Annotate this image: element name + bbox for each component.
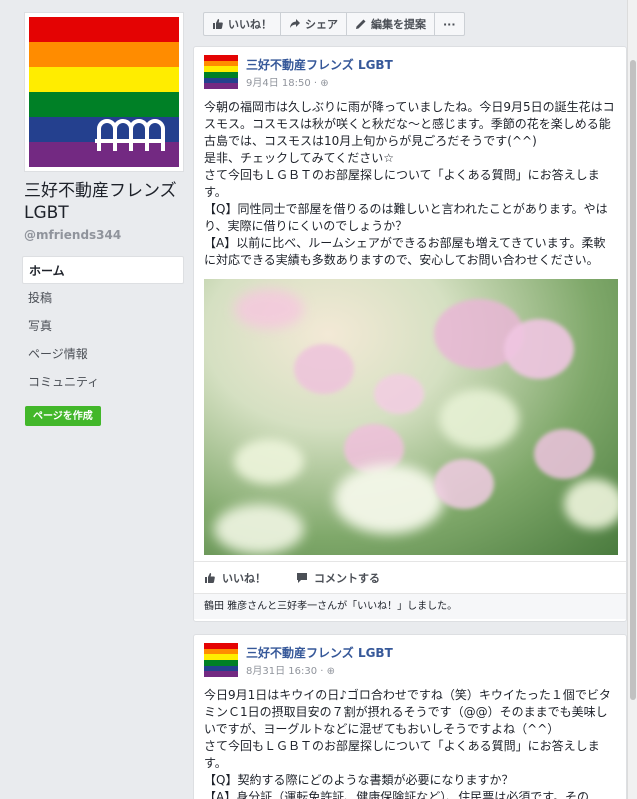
more-icon: ··· (443, 17, 456, 31)
post-header: 三好不動産フレンズ LGBT 9月4日 18:50 · ⊕ (194, 47, 626, 95)
nav-item-community[interactable]: コミュニティ (22, 368, 184, 396)
post-body: 今日9月1日はキウイの日♪ゴロ合わせですね（笑）キウイたった１個でビタミンＣ1日… (204, 688, 611, 799)
post-likes-summary[interactable]: 鶴田 雅彦さんと三好孝一さんが「いいね！」しました。 (194, 593, 626, 619)
like-page-label: いいね！ (228, 18, 272, 31)
thumbs-up-icon (213, 19, 223, 29)
feed-post: 三好不動産フレンズ LGBT 9月4日 18:50 · ⊕ 今朝の福岡市は久しぶ… (193, 46, 627, 622)
comment-icon (297, 572, 307, 583)
page-title[interactable]: 三好不動産フレンズ LGBT (24, 180, 189, 224)
page-handle[interactable]: @mfriends344 (24, 228, 121, 242)
post-avatar[interactable] (204, 55, 238, 89)
suggest-edit-label: 編集を提案 (371, 18, 426, 31)
scrollbar-thumb[interactable] (630, 60, 636, 700)
create-page-button[interactable]: ページを作成 (25, 406, 101, 426)
post-body: 今朝の福岡市は久しぶりに雨が降っていましたね。今日9月5日の誕生花はコスモス。コ… (204, 100, 615, 267)
post-timestamp[interactable]: 8月31日 16:30 · ⊕ (246, 662, 335, 677)
page-scrollbar[interactable] (627, 0, 637, 799)
nav-item-home[interactable]: ホーム (22, 256, 184, 284)
post-timestamp[interactable]: 9月4日 18:50 · ⊕ (246, 74, 329, 89)
nav-item-posts[interactable]: 投稿 (22, 284, 184, 312)
post-like-button[interactable]: いいね！ (204, 570, 266, 586)
post-comment-button[interactable]: コメントする (296, 570, 380, 586)
post-author[interactable]: 三好不動産フレンズ LGBT (246, 644, 393, 661)
left-column: 三好不動産フレンズ LGBT @mfriends344 ホーム 投稿 写真 ペー… (0, 0, 193, 799)
suggest-edit-button[interactable]: 編集を提案 (346, 12, 435, 36)
post-like-label: いいね！ (222, 571, 266, 585)
post-header: 三好不動産フレンズ LGBT 8月31日 16:30 · ⊕ (194, 635, 626, 683)
share-icon (290, 19, 300, 28)
nav-item-photos[interactable]: 写真 (22, 312, 184, 340)
more-options-button[interactable]: ··· (434, 12, 465, 36)
nav-item-about[interactable]: ページ情報 (22, 340, 184, 368)
rainbow-flag-logo (29, 17, 179, 167)
post-photo-cosmos[interactable] (204, 279, 618, 555)
share-button[interactable]: シェア (280, 12, 347, 36)
post-comment-label: コメントする (314, 571, 380, 585)
post-actions: いいね！ コメントする (194, 561, 626, 593)
share-label: シェア (305, 18, 338, 31)
mf-logo-mark (95, 119, 165, 151)
thumbs-up-icon (205, 572, 215, 583)
page-action-bar: いいね！ シェア 編集を提案 ··· (203, 12, 465, 36)
page-profile-picture[interactable] (24, 12, 184, 172)
pencil-icon (356, 19, 366, 29)
feed-post: 三好不動産フレンズ LGBT 8月31日 16:30 · ⊕ 今日9月1日はキウ… (193, 634, 627, 799)
left-nav: ホーム 投稿 写真 ページ情報 コミュニティ (22, 256, 184, 396)
like-page-button[interactable]: いいね！ (203, 12, 281, 36)
post-avatar[interactable] (204, 643, 238, 677)
post-author[interactable]: 三好不動産フレンズ LGBT (246, 56, 393, 73)
